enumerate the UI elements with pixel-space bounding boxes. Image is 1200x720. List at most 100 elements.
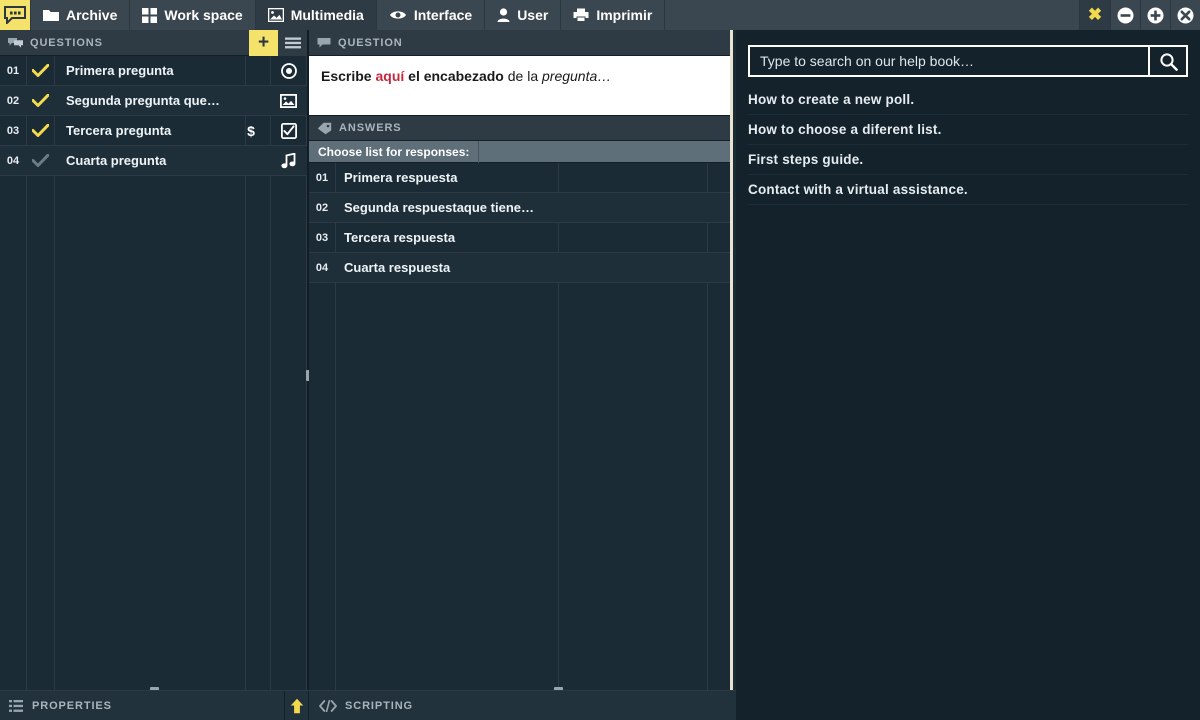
add-question-button[interactable]: + xyxy=(249,30,278,56)
question-editor-segment-5: pregunta… xyxy=(542,68,611,84)
answers-panel-header: ANSWERS xyxy=(309,116,730,141)
eye-icon xyxy=(389,9,407,21)
search-button[interactable] xyxy=(1148,45,1188,77)
answer-row-label: Segunda respuestaque tiene… xyxy=(335,200,730,215)
question-row-label: Cuarta pregunta xyxy=(54,153,232,168)
question-editor-segment-4: de la xyxy=(508,68,542,84)
speech-bubble-logo-icon xyxy=(4,6,26,24)
main-menu-bar: Archive Work space Multimedia xyxy=(0,0,1200,30)
list-item[interactable]: 02 Segunda respuestaque tiene… xyxy=(309,193,730,223)
menu-item-work-space-label: Work space xyxy=(164,7,242,23)
menu-item-archive-label: Archive xyxy=(66,7,117,23)
answer-row-number: 03 xyxy=(309,232,335,244)
check-icon xyxy=(32,124,49,137)
help-search-bar: Type to search on our help book… xyxy=(748,45,1188,77)
code-brackets-icon xyxy=(319,700,337,712)
list-lines-icon xyxy=(9,700,23,712)
list-item[interactable]: 01 Primera respuesta xyxy=(309,163,730,193)
menu-item-work-space[interactable]: Work space xyxy=(130,0,255,30)
question-row-type-button[interactable] xyxy=(270,94,307,108)
table-row[interactable]: 01 Primera pregunta xyxy=(0,56,307,86)
chat-bubble-icon xyxy=(317,37,331,49)
question-row-check-toggle[interactable] xyxy=(26,94,54,107)
add-question-label: + xyxy=(258,33,269,52)
user-icon xyxy=(497,8,510,22)
answers-list-chooser[interactable]: Choose list for responses: xyxy=(309,141,730,163)
accent-close-button[interactable]: ✖ xyxy=(1079,0,1110,30)
close-button[interactable] xyxy=(1170,0,1200,30)
answers-grid: 01 Primera respuesta 02 Segunda respuest… xyxy=(309,163,730,690)
question-row-label: Tercera pregunta xyxy=(54,123,232,138)
question-text-editor[interactable]: Escribe aquí el encabezado de la pregunt… xyxy=(309,56,730,116)
question-row-type-button[interactable] xyxy=(270,123,307,139)
circle-x-icon xyxy=(1177,7,1194,24)
printer-icon xyxy=(573,8,589,22)
question-row-number: 03 xyxy=(0,125,26,137)
menu-item-archive[interactable]: Archive xyxy=(30,0,130,30)
question-editor-line: Escribe aquí el encabezado de la pregunt… xyxy=(321,67,718,85)
window-controls: ✖ xyxy=(1079,0,1200,30)
table-row[interactable]: 04 Cuarta pregunta xyxy=(0,146,307,176)
check-icon xyxy=(32,94,49,107)
answer-row-label: Primera respuesta xyxy=(335,170,730,185)
question-editor-panel: QUESTION Escribe aquí el encabezado de l… xyxy=(309,30,733,690)
answers-list-chooser-value[interactable] xyxy=(479,141,730,163)
answer-row-label: Cuarta respuesta xyxy=(335,260,730,275)
app-logo[interactable] xyxy=(0,0,30,30)
menu-item-interface-label: Interface xyxy=(414,7,472,23)
question-row-number: 04 xyxy=(0,155,26,167)
grid-icon xyxy=(142,8,157,23)
question-row-check-toggle[interactable] xyxy=(26,154,54,167)
table-row[interactable]: 03 Tercera pregunta $ xyxy=(0,116,307,146)
answer-row-number: 02 xyxy=(309,202,335,214)
circle-minus-icon xyxy=(1117,7,1134,24)
bottom-status-bar: PROPERTIES SCRIPTING xyxy=(0,690,736,720)
help-link-item[interactable]: Contact with a virtual assistance. xyxy=(748,175,1188,205)
question-panel-title: QUESTION xyxy=(338,37,403,49)
circle-plus-icon xyxy=(1147,7,1164,24)
menu-item-user-label: User xyxy=(517,7,548,23)
answers-list-chooser-label: Choose list for responses: xyxy=(309,141,479,163)
search-input[interactable]: Type to search on our help book… xyxy=(748,45,1148,77)
questions-panel-menu-button[interactable] xyxy=(278,30,307,56)
question-editor-segment-1: Escribe xyxy=(321,68,375,84)
list-item[interactable]: 03 Tercera respuesta xyxy=(309,223,730,253)
question-row-type-button[interactable] xyxy=(270,153,307,169)
chat-bubbles-icon xyxy=(8,37,23,49)
menu-item-imprimir[interactable]: Imprimir xyxy=(561,0,665,30)
menu-item-multimedia[interactable]: Multimedia xyxy=(256,0,377,30)
questions-empty-area[interactable] xyxy=(0,176,307,690)
application-window: Archive Work space Multimedia xyxy=(0,0,1200,720)
folder-icon xyxy=(43,8,59,22)
questions-panel-title: QUESTIONS xyxy=(30,37,103,49)
table-row[interactable]: 02 Segunda pregunta que… xyxy=(0,86,307,116)
answers-panel-title: ANSWERS xyxy=(339,122,402,134)
question-row-type-button[interactable] xyxy=(270,63,307,79)
image-icon xyxy=(280,94,297,108)
collapse-panel-button[interactable] xyxy=(285,691,309,720)
properties-section[interactable]: PROPERTIES xyxy=(0,691,285,720)
question-row-label: Segunda pregunta que… xyxy=(54,93,232,108)
menu-item-user[interactable]: User xyxy=(485,0,561,30)
help-link-item[interactable]: How to create a new poll. xyxy=(748,85,1188,115)
help-link-item[interactable]: First steps guide. xyxy=(748,145,1188,175)
answer-row-label: Tercera respuesta xyxy=(335,230,730,245)
help-link-item[interactable]: How to choose a diferent list. xyxy=(748,115,1188,145)
search-icon xyxy=(1159,52,1178,71)
list-item[interactable]: 04 Cuarta respuesta xyxy=(309,253,730,283)
check-icon-inactive xyxy=(32,154,49,167)
maximize-button[interactable] xyxy=(1140,0,1170,30)
question-row-check-toggle[interactable] xyxy=(26,124,54,137)
question-editor-segment-3: el encabezado xyxy=(404,68,507,84)
question-row-number: 02 xyxy=(0,95,26,107)
menu-item-interface[interactable]: Interface xyxy=(377,0,485,30)
minimize-button[interactable] xyxy=(1110,0,1140,30)
scripting-section[interactable]: SCRIPTING xyxy=(309,691,736,720)
questions-panel: QUESTIONS + 01 xyxy=(0,30,307,690)
question-row-price: $ xyxy=(232,123,270,139)
hamburger-icon xyxy=(285,37,301,49)
answer-row-number: 04 xyxy=(309,262,335,274)
properties-label: PROPERTIES xyxy=(32,700,112,712)
question-row-check-toggle[interactable] xyxy=(26,64,54,77)
menu-bar-spacer xyxy=(665,0,1079,30)
